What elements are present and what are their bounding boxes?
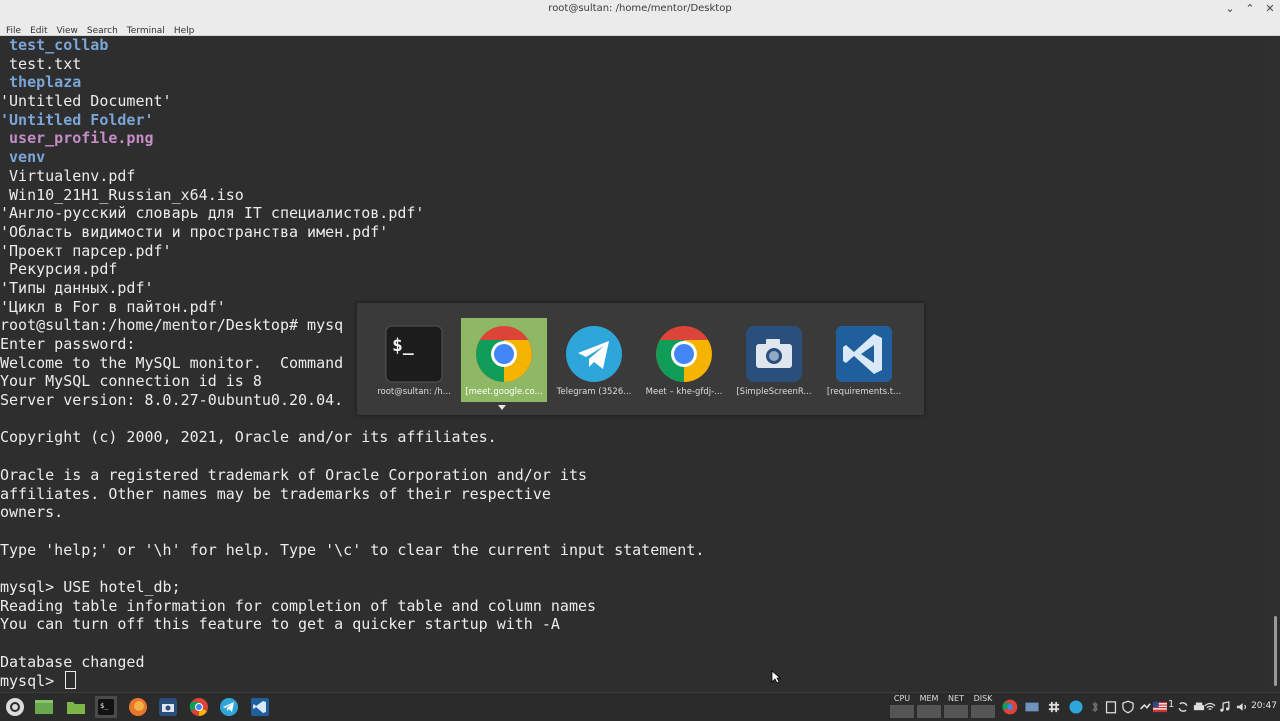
telegram-icon [566,326,622,382]
switcher-item-terminal[interactable]: $_ root@sultan: /h... [371,318,457,402]
chrome-taskbar-icon[interactable] [188,696,210,718]
terminal-icon: $_ [385,325,443,383]
wifi-icon[interactable] [1203,699,1217,715]
selection-arrow-icon [498,405,506,410]
prompt-line[interactable]: mysql> [0,671,1270,690]
language-flag-icon[interactable] [1153,701,1167,713]
telegram-tray-icon[interactable] [1068,699,1084,715]
bottom-panel: $_ CPU MEM NET DISK 1 20:47 [0,692,1280,721]
switcher-item-simplescreenrecorder[interactable]: [SimpleScreenR... [731,318,817,402]
terminal-line: mysql> USE hotel_db; [0,577,181,596]
terminal-scrollbar[interactable] [1271,36,1277,692]
terminal-line: owners. [0,503,64,522]
terminal-line: 'Англо-русский словарь для IT специалист… [0,204,425,223]
terminal-line: test.txt [0,54,82,73]
minimize-button[interactable]: ⌄ [1220,1,1240,17]
mem-monitor[interactable]: MEM [915,693,943,721]
text-cursor [65,671,77,690]
terminal-line: 'Проект парсер.pdf' [0,241,172,260]
screenrecorder-taskbar-icon[interactable] [157,696,179,718]
music-icon[interactable] [1218,699,1232,715]
updates-icon[interactable] [1138,699,1152,715]
terminal-line: 'Область видимости и пространства имен.p… [0,222,389,241]
terminal-line: Рекурсия.pdf [0,260,118,279]
terminal-line: Copyright (c) 2000, 2021, Oracle and/or … [0,428,497,447]
terminal-line: venv [0,148,46,167]
mysql-prompt: mysql> [0,672,64,691]
clock[interactable]: 20:47 [1251,701,1277,711]
terminal-line: Type 'help;' or '\h' for help. Type '\c'… [0,540,705,559]
terminal-line: You can turn off this feature to get a q… [0,615,560,634]
switcher-item-telegram[interactable]: Telegram (3526... [551,318,637,402]
window-title: root@sultan: /home/mentor/Desktop [548,3,732,14]
volume-icon[interactable] [1235,699,1249,715]
mint-menu-icon[interactable] [4,696,26,718]
menu-bar: File Edit View Search Terminal Help [0,18,1280,36]
terminal-line: Oracle is a registered trademark of Orac… [0,465,587,484]
slack-tray-icon[interactable] [1046,699,1062,715]
terminal-line: Database changed [0,652,145,671]
switcher-label: [meet.google.co... [465,387,543,397]
clipboard-icon[interactable] [1104,699,1118,715]
disk-monitor[interactable]: DISK [969,693,997,721]
terminal-line: 'Типы данных.pdf' [0,278,154,297]
switcher-label: Meet – khe-gfdj-... [645,387,723,397]
switcher-item-vscode[interactable]: [requirements.t... [821,318,907,402]
terminal-line: test_collab [0,36,109,54]
recorder-tray-icon[interactable] [1024,699,1040,715]
switcher-item-meet-chrome[interactable]: Meet – khe-gfdj-... [641,318,727,402]
switcher-label: root@sultan: /h... [377,387,451,397]
terminal-line: user_profile.png [0,129,154,148]
files-icon[interactable] [65,696,87,718]
chrome-icon [476,326,532,382]
terminal-line: 'Untitled Folder' [0,110,154,129]
close-button[interactable]: ✕ [1260,1,1280,17]
switcher-label: [SimpleScreenR... [736,387,812,397]
terminal-line: Virtualenv.pdf [0,166,136,185]
switcher-label: Telegram (3526... [556,387,632,397]
sync-icon[interactable] [1176,699,1190,715]
telegram-taskbar-icon[interactable] [218,696,240,718]
switcher-label: [requirements.t... [826,387,902,397]
scrollbar-thumb[interactable] [1274,616,1277,686]
bluetooth-icon[interactable] [1090,699,1100,715]
net-monitor[interactable]: NET [942,693,970,721]
mouse-pointer-icon [771,670,781,684]
vscode-icon [836,326,892,382]
vscode-taskbar-icon[interactable] [249,696,271,718]
terminal-line: theplaza [0,73,82,92]
svg-text:$_: $_ [392,335,414,356]
cpu-monitor[interactable]: CPU [888,693,916,721]
camera-icon [746,326,802,382]
terminal-line: Reading table information for completion… [0,596,597,615]
show-desktop-icon[interactable] [33,696,55,718]
window-titlebar[interactable]: root@sultan: /home/mentor/Desktop ⌄ ⌃ ✕ [0,0,1280,19]
switcher-item-meet-selected[interactable]: [meet.google.co... [461,318,547,402]
shield-icon[interactable] [1121,699,1135,715]
language-indicator[interactable]: 1 [1168,699,1174,710]
terminal-taskbar-icon[interactable]: $_ [95,696,117,718]
svg-text:$_: $_ [100,702,109,710]
chrome-tray-icon[interactable] [1001,698,1019,716]
chrome-icon [656,326,712,382]
terminal-line: Win10_21H1_Russian_x64.iso [0,185,244,204]
firefox-icon[interactable] [127,696,149,718]
terminal-line: 'Untitled Document' [0,92,172,111]
alt-tab-switcher: $_ root@sultan: /h... [meet.google.co...… [357,303,924,415]
terminal-line: affiliates. Other names may be trademark… [0,484,551,503]
maximize-button[interactable]: ⌃ [1240,1,1260,17]
